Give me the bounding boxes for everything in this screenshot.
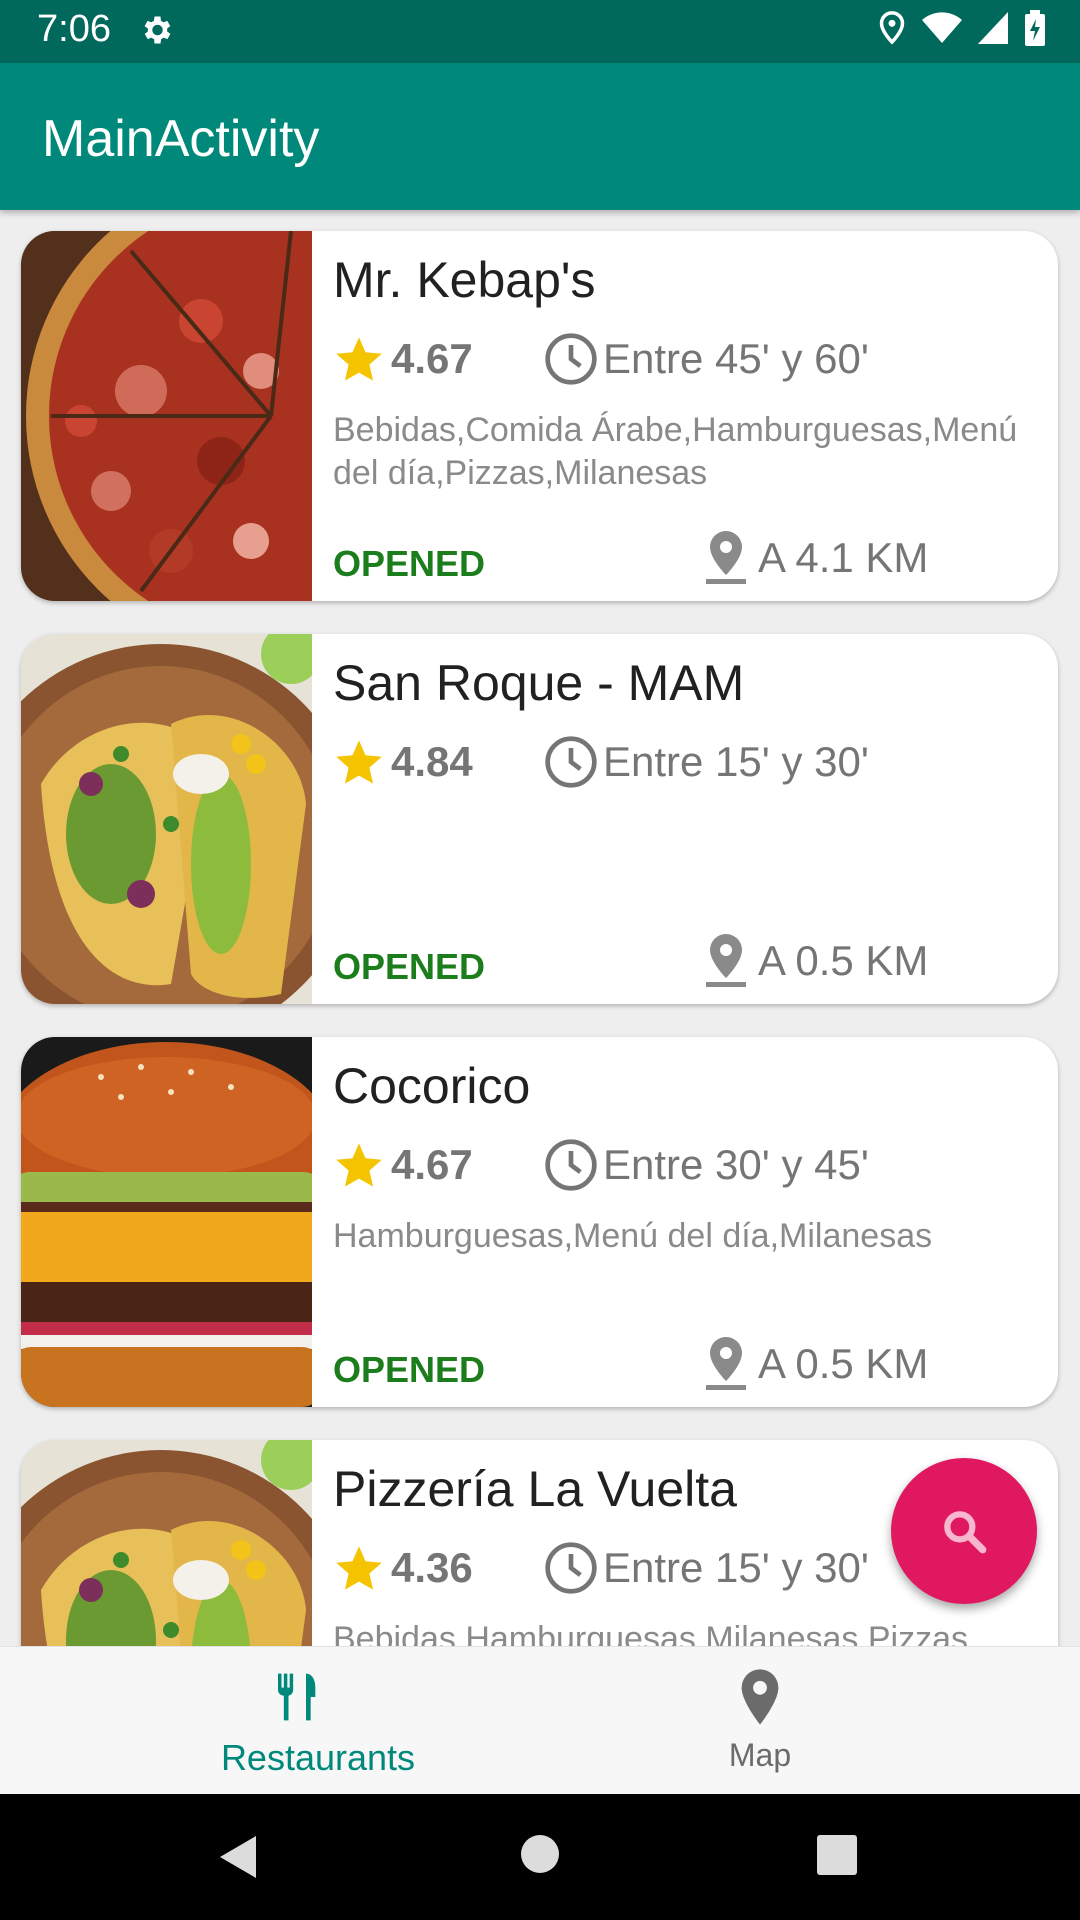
map-pin-icon	[706, 934, 746, 987]
rating: 4.67	[333, 333, 473, 385]
distance-text: A 0.5 KM	[758, 937, 929, 984]
clock-icon	[545, 1542, 597, 1594]
clock-icon	[545, 736, 597, 788]
restaurant-name: Cocorico	[333, 1058, 531, 1114]
open-status: OPENED	[333, 543, 486, 584]
delivery-time: Entre 45' y 60'	[543, 331, 869, 387]
rating-value: 4.84	[391, 738, 473, 785]
restaurant-image	[21, 634, 312, 1004]
delivery-time: Entre 30' y 45'	[543, 1137, 869, 1193]
location-icon	[879, 11, 905, 45]
open-status: OPENED	[333, 946, 486, 987]
delivery-time-text: Entre 30' y 45'	[603, 1141, 869, 1188]
recents-icon[interactable]	[817, 1835, 857, 1875]
rating: 4.84	[333, 736, 473, 788]
signal-icon	[978, 12, 1008, 44]
categories: Hamburguesas,Menú del día,Milanesas	[333, 1217, 933, 1255]
nav-label-map: Map	[728, 1737, 792, 1773]
distance: A 0.5 KM	[706, 1337, 928, 1391]
search-fab-button[interactable]	[891, 1458, 1037, 1604]
map-pin-icon	[741, 1669, 779, 1725]
wifi-icon	[922, 12, 962, 43]
map-pin-icon	[706, 1337, 746, 1390]
distance: A 4.1 KM	[706, 531, 928, 585]
map-pin-icon	[706, 531, 746, 584]
restaurant-image	[21, 1440, 312, 1646]
fork-knife-icon	[278, 1673, 316, 1721]
restaurant-card[interactable]: San Roque - MAM 4.84 Entre 15' y 30' OPE…	[21, 634, 1058, 1004]
bottom-navigation: Restaurants Map	[0, 1646, 1080, 1795]
app-title: MainActivity	[42, 110, 320, 168]
home-icon[interactable]	[520, 1834, 560, 1874]
delivery-time-text: Entre 45' y 60'	[603, 335, 869, 382]
settings-gear-icon	[144, 16, 171, 44]
rating-value: 4.67	[391, 335, 473, 382]
star-icon	[336, 1546, 382, 1590]
distance-text: A 4.1 KM	[758, 534, 929, 581]
clock-icon	[545, 333, 597, 385]
rating-value: 4.36	[391, 1544, 473, 1591]
restaurant-card[interactable]: Cocorico 4.67 Entre 30' y 45' Hamburgues…	[21, 1037, 1058, 1407]
restaurant-name: Mr. Kebap's	[333, 252, 596, 308]
rating: 4.67	[333, 1139, 473, 1191]
app-bar: MainActivity	[0, 63, 1080, 210]
restaurant-list[interactable]: Mr. Kebap's 4.67 Entre 45' y 60' Bebidas…	[0, 210, 1080, 1646]
delivery-time-text: Entre 15' y 30'	[603, 738, 869, 785]
restaurant-image	[21, 1037, 312, 1407]
distance: A 0.5 KM	[706, 934, 928, 988]
categories: Bebidas,Hamburguesas,Milanesas,Pizzas	[333, 1620, 968, 1646]
rating-value: 4.67	[391, 1141, 473, 1188]
star-icon	[336, 1143, 382, 1187]
restaurant-name: San Roque - MAM	[333, 655, 745, 711]
restaurant-image	[21, 231, 312, 601]
open-status: OPENED	[333, 1349, 486, 1390]
battery-icon	[1025, 10, 1045, 46]
clock-icon	[545, 1139, 597, 1191]
delivery-time-text: Entre 15' y 30'	[603, 1544, 869, 1591]
system-navigation-bar	[0, 1794, 1080, 1920]
search-icon	[944, 1511, 987, 1554]
nav-item-map[interactable]: Map	[490, 1647, 1030, 1795]
restaurant-name: Pizzería La Vuelta	[333, 1461, 737, 1517]
rating: 4.36	[333, 1542, 473, 1594]
status-time: 7:06	[37, 8, 111, 50]
back-icon[interactable]	[216, 1834, 260, 1880]
delivery-time: Entre 15' y 30'	[543, 1540, 869, 1596]
status-bar: 7:06	[0, 0, 1080, 63]
distance-text: A 0.5 KM	[758, 1340, 929, 1387]
restaurant-card[interactable]: Mr. Kebap's 4.67 Entre 45' y 60' Bebidas…	[21, 231, 1058, 601]
delivery-time: Entre 15' y 30'	[543, 734, 869, 790]
star-icon	[336, 740, 382, 784]
categories: Bebidas,Comida Árabe,Hamburguesas,Menú d…	[333, 411, 1018, 492]
star-icon	[336, 337, 382, 381]
